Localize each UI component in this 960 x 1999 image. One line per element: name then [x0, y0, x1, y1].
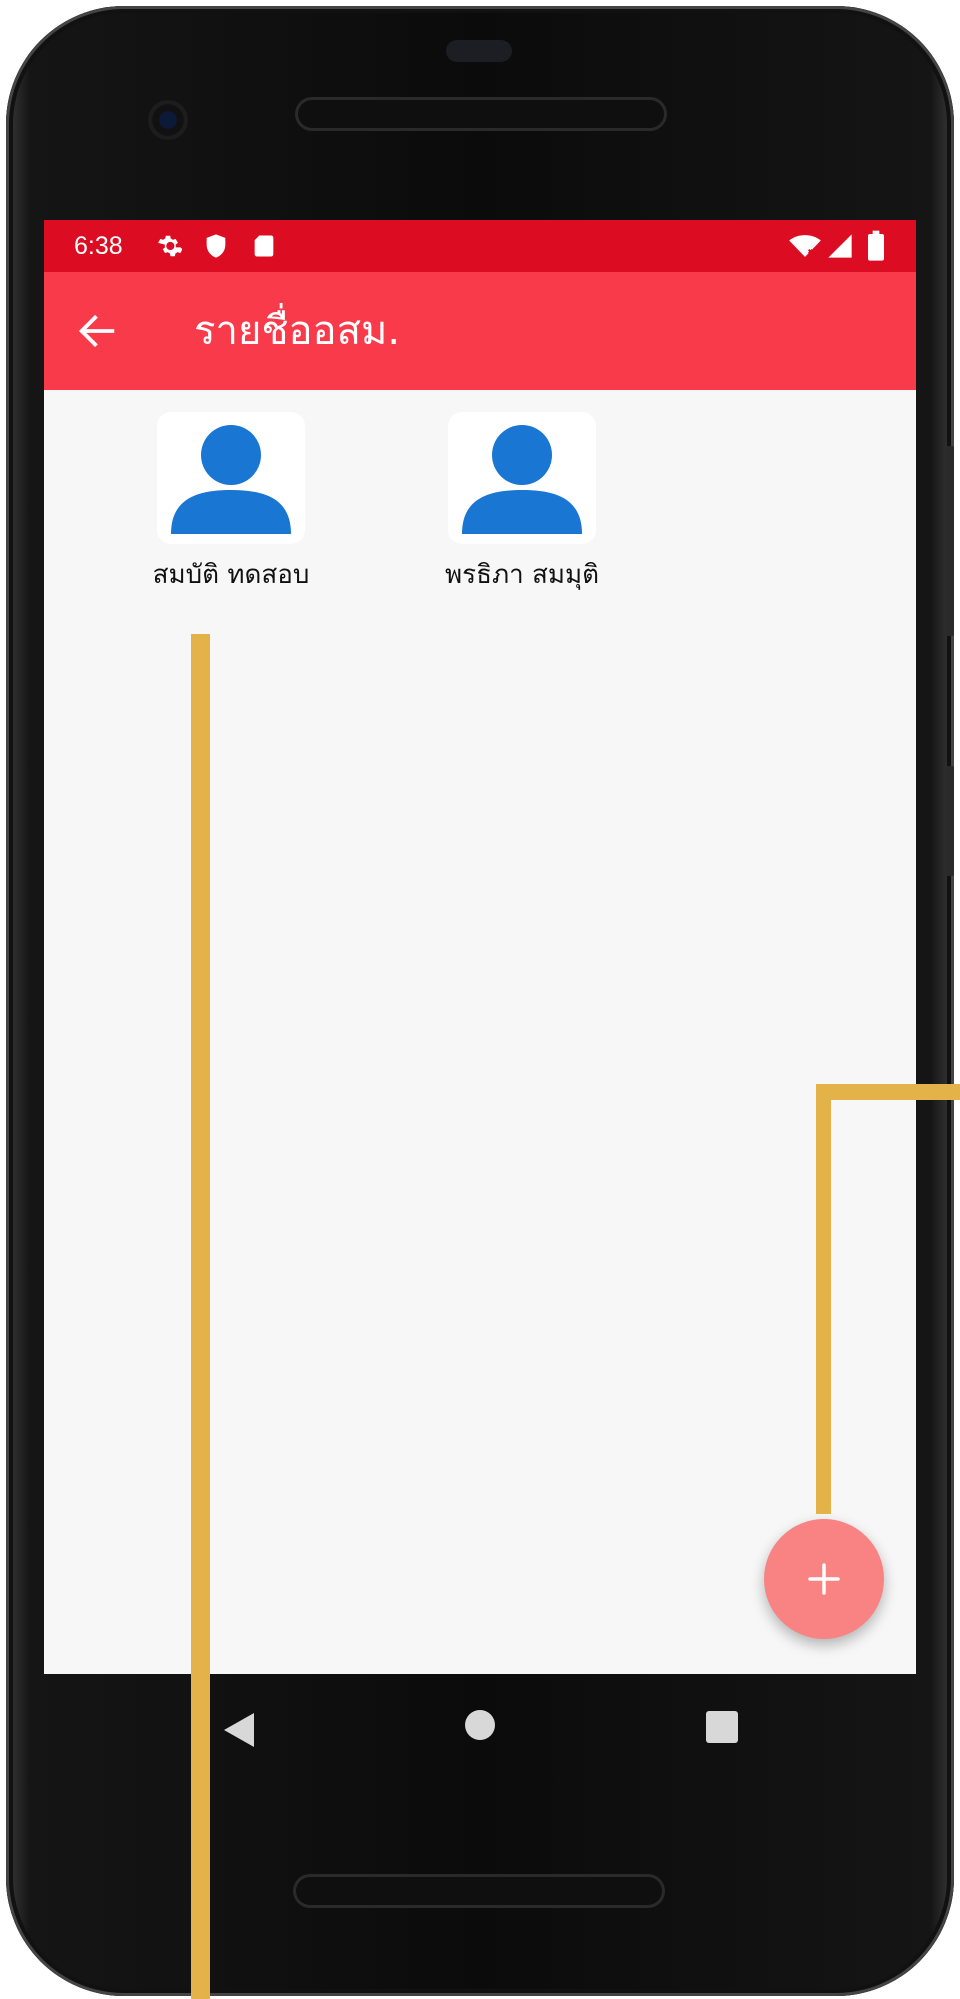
page-title: รายชื่ออสม.	[194, 308, 401, 354]
plus-icon	[808, 1563, 840, 1595]
bottom-speaker-grille	[296, 1877, 662, 1905]
home-circle-icon[interactable]	[465, 1710, 495, 1740]
screenshot-stage: 6:38 รายชื่ออสม. สมบัติ ทดสอบ พรธิภา สมม…	[0, 0, 960, 1999]
recent-square-icon[interactable]	[706, 1711, 738, 1743]
annotation-line-fab-vertical	[816, 1084, 831, 1514]
back-triangle-icon[interactable]	[222, 1711, 256, 1749]
power-button	[946, 766, 954, 876]
settings-icon	[158, 235, 182, 257]
status-bar: 6:38	[44, 220, 916, 272]
proximity-sensor	[446, 40, 512, 62]
person-name: พรธิภา สมมุติ	[444, 560, 599, 590]
sd-card-icon	[254, 235, 274, 257]
person-name: สมบัติ ทดสอบ	[152, 560, 310, 590]
people-grid: สมบัติ ทดสอบ พรธิภา สมมุติ	[44, 390, 916, 1674]
annotation-line-person	[191, 634, 210, 1999]
person-icon	[462, 425, 582, 534]
phone-screen: 6:38 รายชื่ออสม. สมบัติ ทดสอบ พรธิภา สมม…	[44, 220, 916, 1674]
shield-icon	[206, 234, 226, 258]
battery-icon	[868, 230, 884, 261]
annotation-line-fab-horizontal	[816, 1084, 960, 1100]
arrow-back-icon[interactable]	[74, 308, 120, 354]
person-icon	[171, 425, 291, 534]
front-camera	[148, 100, 188, 140]
avatar	[157, 412, 305, 544]
wifi-icon	[789, 235, 821, 257]
volume-button	[946, 446, 954, 636]
app-bar: รายชื่ออสม.	[44, 272, 916, 390]
avatar	[448, 412, 596, 544]
status-time: 6:38	[74, 232, 123, 260]
signal-icon	[828, 234, 852, 258]
person-card[interactable]: พรธิภา สมมุติ	[397, 412, 647, 602]
top-speaker-grille	[298, 100, 664, 128]
person-card[interactable]: สมบัติ ทดสอบ	[106, 412, 356, 602]
add-person-button[interactable]	[764, 1519, 884, 1639]
